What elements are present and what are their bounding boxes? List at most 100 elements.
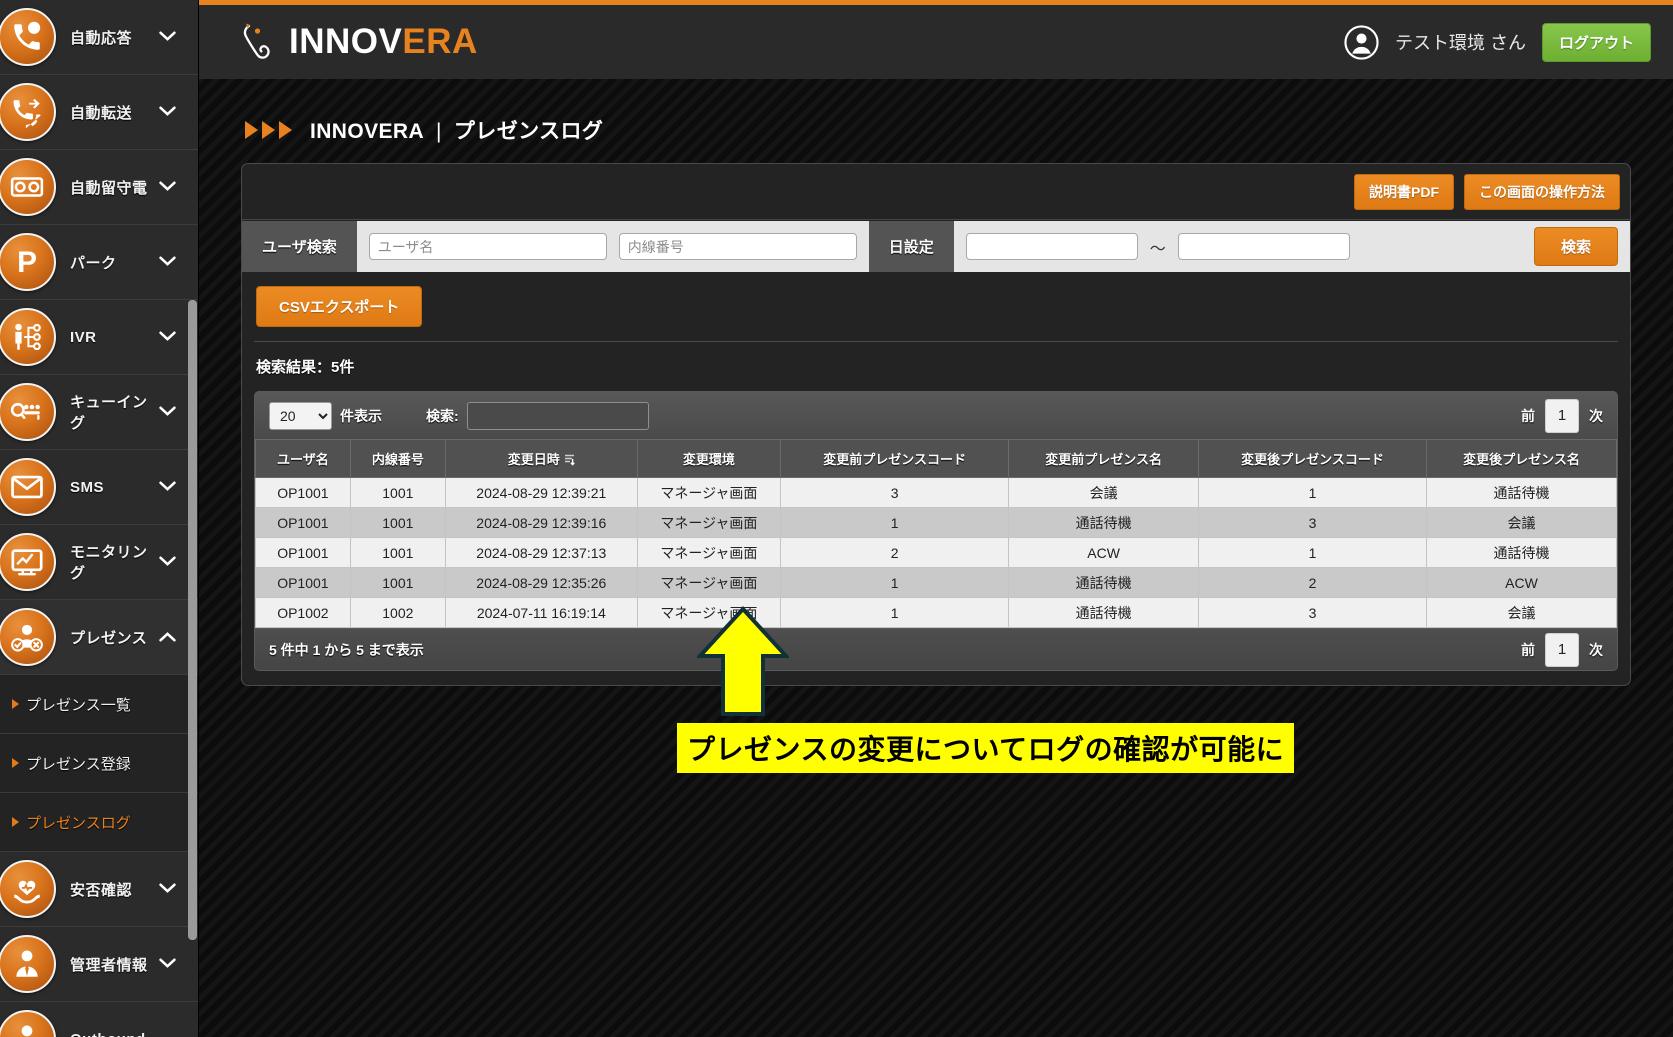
chevron-up-icon — [159, 630, 176, 645]
table-cell: 2024-07-11 16:19:14 — [444, 597, 638, 628]
breadcrumb-root[interactable]: INNOVERA — [310, 120, 424, 143]
sidebar-scrollbar-thumb[interactable] — [188, 300, 197, 940]
sidebar-item-outbound[interactable]: Outbound — [0, 1002, 198, 1037]
extension-number-input[interactable] — [618, 233, 857, 260]
table-header: ユーザ名 内線番号 変更日時 変更環境 変更前プレゼンスコード 変更前プレゼンス名 変更後プ… — [255, 439, 1617, 478]
table-row[interactable]: OP1001 1001 2024-08-29 12:39:21 マネージャ画面 3 会議 1… — [255, 477, 1617, 508]
outbound-user-icon — [0, 1010, 56, 1037]
table-cell: 通話待機 — [1008, 507, 1200, 538]
sidebar-item-admin-info[interactable]: 管理者情報 — [0, 927, 198, 1002]
caret-right-icon — [12, 758, 19, 768]
main-content: INNOVERA テスト環境 さん ログアウト INNOVERA | プレゼンスログ… — [199, 0, 1673, 1037]
sidebar-item-park[interactable]: P パーク — [0, 225, 198, 300]
presence-user-icon — [0, 608, 56, 666]
sidebar-item-auto-answer[interactable]: 自動応答 — [0, 0, 198, 75]
table-column-header[interactable]: 変更環境 — [636, 439, 782, 478]
sidebar-subitem-presence-log[interactable]: プレゼンスログ — [0, 793, 198, 852]
table-column-header[interactable]: 変更後プレゼンスコード — [1198, 439, 1428, 478]
csv-export-row: CSVエクスポート — [242, 272, 1630, 327]
manual-pdf-button[interactable]: 説明書PDF — [1354, 173, 1454, 210]
date-from-input[interactable] — [965, 233, 1138, 260]
table-cell: 3 — [780, 477, 1010, 508]
park-p-icon: P — [0, 233, 56, 291]
call-forward-icon — [0, 83, 56, 141]
sidebar-item-ivr[interactable]: IVR — [0, 300, 198, 375]
table-header-row: ユーザ名 内線番号 変更日時 変更環境 変更前プレゼンスコード 変更前プレゼンス名 変更後プ… — [255, 439, 1617, 478]
pagination-next-top[interactable]: 次 — [1589, 406, 1603, 426]
howto-button[interactable]: この画面の操作方法 — [1464, 173, 1620, 210]
pagination-current-page-top[interactable]: 1 — [1545, 398, 1579, 433]
table-cell: マネージャ画面 — [636, 567, 782, 598]
table-column-header[interactable]: 変更日時 — [444, 439, 638, 478]
table-row[interactable]: OP1001 1001 2024-08-29 12:35:26 マネージャ画面 1 通話待… — [255, 567, 1617, 598]
sidebar-item-label: 管理者情報 — [70, 956, 148, 974]
panel-toolbar: 説明書PDF この画面の操作方法 — [242, 164, 1630, 220]
chevron-down-icon — [159, 105, 176, 120]
sidebar-item-auto-forward[interactable]: 自動転送 — [0, 75, 198, 150]
pagination-prev-top[interactable]: 前 — [1521, 406, 1535, 426]
sidebar-item-voicemail[interactable]: 自動留守電 — [0, 150, 198, 225]
sidebar-item-label: Outbound — [70, 1031, 198, 1037]
table-row[interactable]: OP1001 1001 2024-08-29 12:39:16 マネージャ画面 1 通話待… — [255, 507, 1617, 538]
pagination-next-bottom[interactable]: 次 — [1589, 640, 1603, 660]
triple-arrow-icon — [245, 120, 292, 139]
pagination-current-page-bottom[interactable]: 1 — [1545, 632, 1579, 667]
table-column-header[interactable]: 変更前プレゼンスコード — [780, 439, 1010, 478]
table-cell: 1 — [780, 597, 1010, 628]
filter-bar: ユーザ検索 日設定 ～ 検索 — [242, 221, 1630, 272]
table-cell: 1 — [1198, 477, 1428, 508]
date-setting-label: 日設定 — [868, 221, 954, 272]
result-count-label: 検索結果：5件 — [256, 359, 355, 376]
phone-handset-icon — [237, 20, 277, 64]
table-cell: ACW — [1008, 537, 1200, 568]
queue-icon — [0, 383, 56, 441]
table-row[interactable]: OP1002 1002 2024-07-11 16:19:14 マネージャ画面 1 通話待… — [255, 597, 1617, 628]
table-column-header[interactable]: ユーザ名 — [255, 439, 351, 478]
sidebar-item-monitoring[interactable]: モニタリング — [0, 525, 198, 600]
table-cell: 会議 — [1426, 507, 1617, 538]
user-name-input[interactable] — [368, 233, 607, 260]
table-column-header[interactable]: 内線番号 — [349, 439, 446, 478]
table-cell: マネージャ画面 — [636, 477, 782, 508]
table-cell: OP1001 — [255, 567, 351, 598]
table-cell: 1 — [1198, 537, 1428, 568]
date-to-input[interactable] — [1177, 233, 1350, 260]
table-row[interactable]: OP1001 1001 2024-08-29 12:37:13 マネージャ画面 2 ACW… — [255, 537, 1617, 568]
table-column-header[interactable]: 変更後プレゼンス名 — [1426, 439, 1617, 478]
sidebar-subitem-label: プレゼンスログ — [26, 814, 131, 832]
chevron-down-icon — [159, 555, 176, 570]
sidebar-subitem-label: プレゼンス登録 — [26, 755, 131, 773]
csv-export-button[interactable]: CSVエクスポート — [256, 286, 423, 327]
sidebar-item-safety-check[interactable]: 安否確認 — [0, 852, 198, 927]
chevron-down-icon — [159, 330, 176, 345]
table-cell: 1002 — [349, 597, 446, 628]
table-search-input[interactable] — [466, 401, 649, 430]
brand-logo[interactable]: INNOVERA — [237, 20, 478, 64]
sort-descending-icon — [564, 453, 575, 469]
svg-text:P: P — [17, 246, 37, 279]
user-search-fields — [356, 221, 869, 272]
pagination-top: 前 1 次 — [1521, 398, 1603, 433]
sidebar-item-queuing[interactable]: キューイング — [0, 375, 198, 450]
page-length-select[interactable]: 2050100 — [269, 401, 332, 430]
content-panel: 説明書PDF この画面の操作方法 ユーザ検索 日設定 ～ 検索 CSVエクス — [241, 163, 1631, 686]
sidebar-subitem-presence-list[interactable]: プレゼンス一覧 — [0, 675, 198, 734]
caret-right-icon — [12, 699, 19, 709]
table-search-label: 検索: — [426, 407, 459, 424]
search-button[interactable]: 検索 — [1533, 227, 1618, 266]
pagination-bottom: 前 1 次 — [1521, 632, 1603, 667]
sidebar-item-presence[interactable]: プレゼンス — [0, 600, 198, 675]
table-cell: 2 — [780, 537, 1010, 568]
table-cell: OP1001 — [255, 537, 351, 568]
pagination-prev-bottom[interactable]: 前 — [1521, 640, 1535, 660]
datatable-footer: 5 件中 1 から 5 まで表示 前 1 次 — [254, 629, 1618, 671]
sidebar-subitem-presence-register[interactable]: プレゼンス登録 — [0, 734, 198, 793]
table-cell: 3 — [1198, 507, 1428, 538]
table-cell: 通話待機 — [1008, 597, 1200, 628]
table-column-header[interactable]: 変更前プレゼンス名 — [1008, 439, 1200, 478]
logout-button[interactable]: ログアウト — [1541, 22, 1651, 62]
sidebar-item-label: 自動転送 — [70, 104, 133, 122]
table-body: OP1001 1001 2024-08-29 12:39:21 マネージャ画面 3 会議 1… — [255, 477, 1617, 628]
ivr-tree-icon — [0, 308, 56, 366]
sidebar-item-sms[interactable]: SMS — [0, 450, 198, 525]
